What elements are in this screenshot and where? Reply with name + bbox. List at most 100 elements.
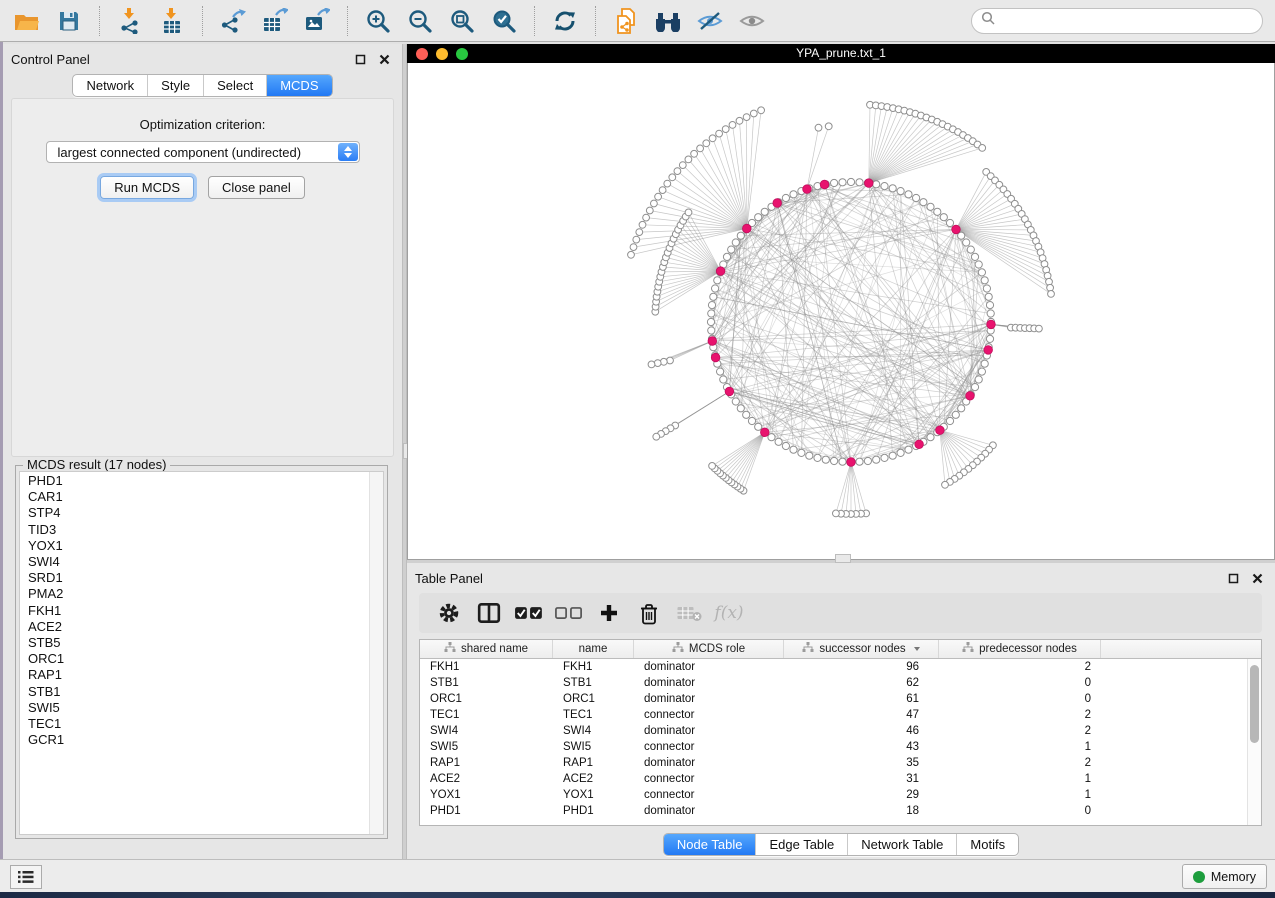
table-cell: 1 xyxy=(939,789,1101,801)
search-box[interactable] xyxy=(971,8,1263,34)
mcds-node-item[interactable]: PHD1 xyxy=(20,473,369,489)
mcds-node-item[interactable]: TID3 xyxy=(20,522,369,538)
mcds-node-item[interactable]: STP4 xyxy=(20,505,369,521)
mcds-list-scrollbar[interactable] xyxy=(369,472,383,834)
table-row[interactable]: SWI4SWI4dominator462 xyxy=(420,723,1248,739)
column-header-successor-nodes[interactable]: successor nodes xyxy=(784,640,939,658)
memory-button[interactable]: Memory xyxy=(1182,864,1267,889)
search-input[interactable] xyxy=(1001,13,1262,29)
delete-column-button[interactable] xyxy=(629,595,669,631)
tab-network[interactable]: Network xyxy=(73,75,147,96)
table-cell: 47 xyxy=(784,709,939,721)
mcds-result-title: MCDS result (17 nodes) xyxy=(23,457,170,472)
tab-edge-table[interactable]: Edge Table xyxy=(755,834,847,855)
tab-motifs[interactable]: Motifs xyxy=(956,834,1018,855)
zoom-in-button[interactable] xyxy=(360,5,396,37)
show-columns-button[interactable] xyxy=(469,595,509,631)
tab-select[interactable]: Select xyxy=(203,75,266,96)
column-header-predecessor-nodes[interactable]: predecessor nodes xyxy=(939,640,1101,658)
table-row[interactable]: STB1STB1dominator620 xyxy=(420,675,1248,691)
table-cell: connector xyxy=(634,773,784,785)
save-session-button[interactable] xyxy=(51,5,87,37)
table-row[interactable]: YOX1YOX1connector291 xyxy=(420,787,1248,803)
mcds-node-item[interactable]: STB5 xyxy=(20,635,369,651)
mcds-result-list[interactable]: PHD1CAR1STP4TID3YOX1SWI4SRD1PMA2FKH1ACE2… xyxy=(19,471,384,835)
first-neighbors-button[interactable] xyxy=(650,5,686,37)
mcds-node-item[interactable]: TEC1 xyxy=(20,716,369,732)
mcds-node-item[interactable]: ORC1 xyxy=(20,651,369,667)
toolbar-separator xyxy=(595,6,596,36)
mcds-node-item[interactable]: RAP1 xyxy=(20,667,369,683)
minimize-window-icon[interactable] xyxy=(436,48,448,60)
tab-node-table[interactable]: Node Table xyxy=(664,834,756,855)
mcds-node-item[interactable]: SWI5 xyxy=(20,700,369,716)
table-row[interactable]: ORC1ORC1dominator610 xyxy=(420,691,1248,707)
mcds-node-item[interactable]: GCR1 xyxy=(20,732,369,748)
column-header-shared-name[interactable]: shared name xyxy=(420,640,553,658)
mcds-node-item[interactable]: SWI4 xyxy=(20,554,369,570)
float-panel-icon[interactable] xyxy=(1225,571,1241,585)
mcds-node-item[interactable]: SRD1 xyxy=(20,570,369,586)
close-panel-icon[interactable] xyxy=(376,52,392,66)
close-mcds-panel-button[interactable]: Close panel xyxy=(208,176,305,199)
close-panel-icon[interactable] xyxy=(1249,571,1265,585)
export-image-button[interactable] xyxy=(299,5,335,37)
table-cell: connector xyxy=(634,709,784,721)
table-cell: RAP1 xyxy=(553,757,634,769)
tab-network-table[interactable]: Network Table xyxy=(847,834,956,855)
table-panel-title: Table Panel xyxy=(415,571,483,586)
open-file-button[interactable] xyxy=(9,5,45,37)
column-settings-button[interactable] xyxy=(429,595,469,631)
task-history-button[interactable] xyxy=(10,865,42,889)
table-cell: 62 xyxy=(784,677,939,689)
scrollbar-thumb[interactable] xyxy=(1250,665,1259,743)
mcds-node-item[interactable]: YOX1 xyxy=(20,538,369,554)
export-network-button[interactable] xyxy=(215,5,251,37)
mcds-node-item[interactable]: ACE2 xyxy=(20,619,369,635)
zoom-out-button[interactable] xyxy=(402,5,438,37)
table-scrollbar[interactable] xyxy=(1247,659,1261,825)
zoom-fit-button[interactable] xyxy=(444,5,480,37)
table-row[interactable]: TEC1TEC1connector472 xyxy=(420,707,1248,723)
float-panel-icon[interactable] xyxy=(352,52,368,66)
network-canvas[interactable] xyxy=(407,63,1275,560)
mcds-node-item[interactable]: STB1 xyxy=(20,684,369,700)
column-type-icon xyxy=(802,642,814,656)
mcds-node-item[interactable]: CAR1 xyxy=(20,489,369,505)
import-table-button[interactable] xyxy=(154,5,190,37)
run-mcds-button[interactable]: Run MCDS xyxy=(100,176,194,199)
deselect-all-rows-button[interactable] xyxy=(549,595,589,631)
mcds-node-item[interactable]: FKH1 xyxy=(20,603,369,619)
table-cell: ORC1 xyxy=(420,693,553,705)
copy-network-button[interactable] xyxy=(608,5,644,37)
maximize-window-icon[interactable] xyxy=(456,48,468,60)
table-cell: 96 xyxy=(784,661,939,673)
zoom-selected-button[interactable] xyxy=(486,5,522,37)
table-row[interactable]: SWI5SWI5connector431 xyxy=(420,739,1248,755)
select-all-rows-button[interactable] xyxy=(509,595,549,631)
import-network-button[interactable] xyxy=(112,5,148,37)
criterion-dropdown[interactable]: largest connected component (undirected) xyxy=(46,141,360,163)
table-row[interactable]: ACE2ACE2connector311 xyxy=(420,771,1248,787)
table-row[interactable]: RAP1RAP1dominator352 xyxy=(420,755,1248,771)
optimization-criterion-label: Optimization criterion: xyxy=(12,117,393,132)
table-cell: 61 xyxy=(784,693,939,705)
table-cell: YOX1 xyxy=(420,789,553,801)
show-all-button[interactable] xyxy=(734,5,770,37)
add-column-button[interactable] xyxy=(589,595,629,631)
table-cell: 1 xyxy=(939,741,1101,753)
table-row[interactable]: FKH1FKH1dominator962 xyxy=(420,659,1248,675)
hide-selected-button[interactable] xyxy=(692,5,728,37)
column-header-name[interactable]: name xyxy=(553,640,634,658)
export-table-button[interactable] xyxy=(257,5,293,37)
refresh-layout-button[interactable] xyxy=(547,5,583,37)
tab-style[interactable]: Style xyxy=(147,75,203,96)
network-window-titlebar[interactable]: YPA_prune.txt_1 xyxy=(407,44,1275,63)
mcds-node-item[interactable]: PMA2 xyxy=(20,586,369,602)
splitter-grip[interactable] xyxy=(835,554,851,563)
window-traffic-lights xyxy=(416,48,468,60)
table-row[interactable]: PHD1PHD1dominator180 xyxy=(420,803,1248,819)
column-header-mcds-role[interactable]: MCDS role xyxy=(634,640,784,658)
tab-mcds[interactable]: MCDS xyxy=(266,75,331,96)
close-window-icon[interactable] xyxy=(416,48,428,60)
